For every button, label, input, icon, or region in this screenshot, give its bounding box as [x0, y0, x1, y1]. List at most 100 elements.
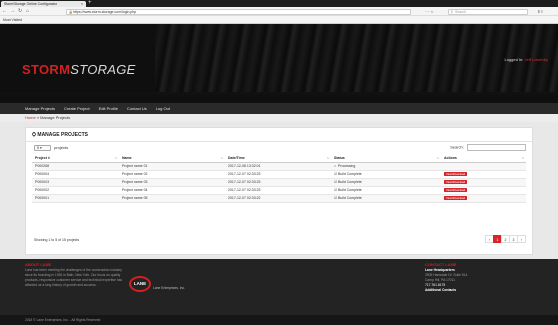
- reload-icon[interactable]: ↻: [18, 7, 22, 16]
- sort-icon: ⇅: [326, 156, 329, 160]
- header-spacer: [0, 95, 558, 103]
- view-download-button[interactable]: View/Download: [444, 196, 468, 200]
- url-text: https://www.storm-storage.com/login.php: [73, 9, 137, 14]
- page-length-select[interactable]: 5 ▾: [34, 145, 51, 151]
- search-input[interactable]: [467, 144, 526, 151]
- cell-name: Project name 05: [119, 194, 225, 203]
- browser-nav-bar: ← → ↻ ⌂ 🔒 https://www.storm-storage.com/…: [0, 7, 558, 16]
- view-download-button[interactable]: View/Download: [444, 172, 468, 176]
- menu-icon[interactable]: ⫴ ≡: [538, 7, 543, 16]
- site-footer: ABOUT LANE Lane has been meeting the cha…: [0, 259, 558, 315]
- url-bar[interactable]: 🔒 https://www.storm-storage.com/login.ph…: [66, 8, 411, 15]
- pagination-next[interactable]: ›: [517, 235, 526, 243]
- browser-tab-bar: StormStorage Online Configurator × +: [0, 0, 558, 7]
- home-icon[interactable]: ⌂: [26, 7, 29, 16]
- additional-contacts-link[interactable]: Additional Contacts: [425, 288, 467, 293]
- about-heading: ABOUT LANE: [25, 262, 52, 267]
- logged-in-user[interactable]: Jeff Lowenby: [525, 57, 549, 62]
- cell-datetime: 2017-12-07 02:33:23: [225, 178, 331, 187]
- status-text: Build Complete: [338, 188, 362, 192]
- cell-project-num: P000268: [32, 162, 119, 171]
- logo-part-storm: STORM: [22, 62, 71, 77]
- cell-status: ☑Build Complete: [331, 178, 441, 187]
- cell-name: Project name 02: [119, 170, 225, 179]
- status-text: Build Complete: [338, 196, 362, 200]
- browser-search-input[interactable]: ⚲ Search: [448, 8, 528, 15]
- chevron-down-icon: ▾: [39, 146, 42, 150]
- col-label: Project #: [35, 155, 50, 160]
- new-tab-button[interactable]: +: [88, 0, 92, 7]
- star-icon[interactable]: ··· ☆: [425, 7, 434, 16]
- site-nav: Manage Projects Create Project Edit Prof…: [0, 103, 558, 114]
- logo-part-storage: STORAGE: [70, 62, 136, 77]
- sort-icon: ⇅: [114, 156, 117, 160]
- col-label: Actions: [444, 155, 457, 160]
- bookmark-most-visited[interactable]: Most Visited: [3, 18, 22, 22]
- lane-logo[interactable]: LANE: [129, 276, 151, 292]
- nav-contact-us[interactable]: Contact Us: [127, 103, 147, 114]
- breadcrumb-home[interactable]: Home: [25, 115, 36, 120]
- logged-in-status: Logged In: Jeff Lowenby: [504, 57, 548, 62]
- nav-manage-projects[interactable]: Manage Projects: [25, 103, 55, 114]
- projects-icon: ⛭: [32, 132, 37, 138]
- page-length-control: 5 ▾ projects: [34, 145, 68, 151]
- col-label: Status: [334, 155, 345, 160]
- col-label: Name: [122, 155, 132, 160]
- projects-table: Project # ⇅ Name ⇅ Date/Time ⇅ Status ⇅ Acti…: [32, 154, 526, 203]
- cell-actions: View/Download: [441, 178, 526, 187]
- cell-name: Project name 04: [119, 186, 225, 195]
- cell-name: Project name 03: [119, 178, 225, 187]
- status-text: Processing: [338, 164, 356, 168]
- tab-title: StormStorage Online Configurator: [4, 2, 57, 6]
- cell-status: ☑Build Complete: [331, 194, 441, 203]
- col-status[interactable]: Status ⇅: [331, 154, 441, 163]
- manage-projects-panel: ⛭ MANAGE PROJECTS 5 ▾ projects Search: P…: [25, 127, 533, 255]
- cell-actions: View/Download: [441, 186, 526, 195]
- nav-log-out[interactable]: Log Out: [156, 103, 170, 114]
- storm-storage-logo[interactable]: STORMSTORAGE: [22, 62, 136, 77]
- back-icon[interactable]: ←: [2, 7, 7, 16]
- cell-name: Project name 01: [119, 162, 225, 171]
- table-row: P000002 Project name 04 2017-12-07 02:33…: [32, 186, 526, 195]
- cell-actions: View/Download: [441, 170, 526, 179]
- nav-edit-profile[interactable]: Edit Profile: [99, 103, 118, 114]
- checkbox-icon: ☑: [334, 196, 338, 200]
- forward-icon[interactable]: →: [10, 7, 15, 16]
- logged-in-label: Logged In:: [504, 57, 524, 62]
- page-title-text: MANAGE PROJECTS: [37, 132, 88, 138]
- view-download-button[interactable]: View/Download: [444, 188, 468, 192]
- about-text: Lane has been meeting the challenges of …: [25, 268, 123, 287]
- table-row: P000001 Project name 05 2017-12-07 02:33…: [32, 194, 526, 203]
- checkbox-icon: ☑: [334, 188, 338, 192]
- table-row: P000004 Project name 02 2017-12-07 02:33…: [32, 170, 526, 179]
- cell-actions: [441, 162, 526, 171]
- breadcrumb-current: Manage Projects: [40, 115, 71, 120]
- col-label: Date/Time: [228, 155, 245, 160]
- cell-project-num: P000004: [32, 170, 119, 179]
- cell-project-num: P000003: [32, 178, 119, 187]
- site-header: STORMSTORAGE Logged In: Jeff Lowenby: [0, 24, 558, 92]
- search-label: Search:: [450, 144, 464, 150]
- checkbox-icon: ☑: [334, 172, 338, 176]
- status-text: Build Complete: [338, 172, 362, 176]
- lock-icon: 🔒: [68, 9, 73, 14]
- lane-logo-caption: Lane Enterprises, Inc.: [153, 286, 186, 290]
- col-datetime[interactable]: Date/Time ⇅: [225, 154, 331, 163]
- cell-status: ☑Build Complete: [331, 186, 441, 195]
- nav-create-project[interactable]: Create Project: [64, 103, 90, 114]
- contact-block: Lane Headquarters 3905 Hartzdale Dr. Sui…: [425, 268, 467, 293]
- checkbox-icon: ☑: [334, 180, 338, 184]
- sort-icon: ⇅: [521, 156, 524, 160]
- col-name[interactable]: Name ⇅: [119, 154, 225, 163]
- pagination: ‹ 1 2 3 ›: [485, 235, 526, 243]
- cell-datetime: 2017-12-07 02:33:23: [225, 186, 331, 195]
- processing-icon: ○: [334, 164, 337, 168]
- sort-icon: ⇅: [436, 156, 439, 160]
- search-placeholder: Search: [455, 9, 467, 14]
- view-download-button[interactable]: View/Download: [444, 180, 468, 184]
- cell-project-num: P000001: [32, 194, 119, 203]
- col-actions[interactable]: Actions ⇅: [441, 154, 526, 163]
- col-project-num[interactable]: Project # ⇅: [32, 154, 119, 163]
- table-row: P000003 Project name 03 2017-12-07 02:33…: [32, 178, 526, 187]
- cell-status: ○ Processing: [331, 162, 441, 171]
